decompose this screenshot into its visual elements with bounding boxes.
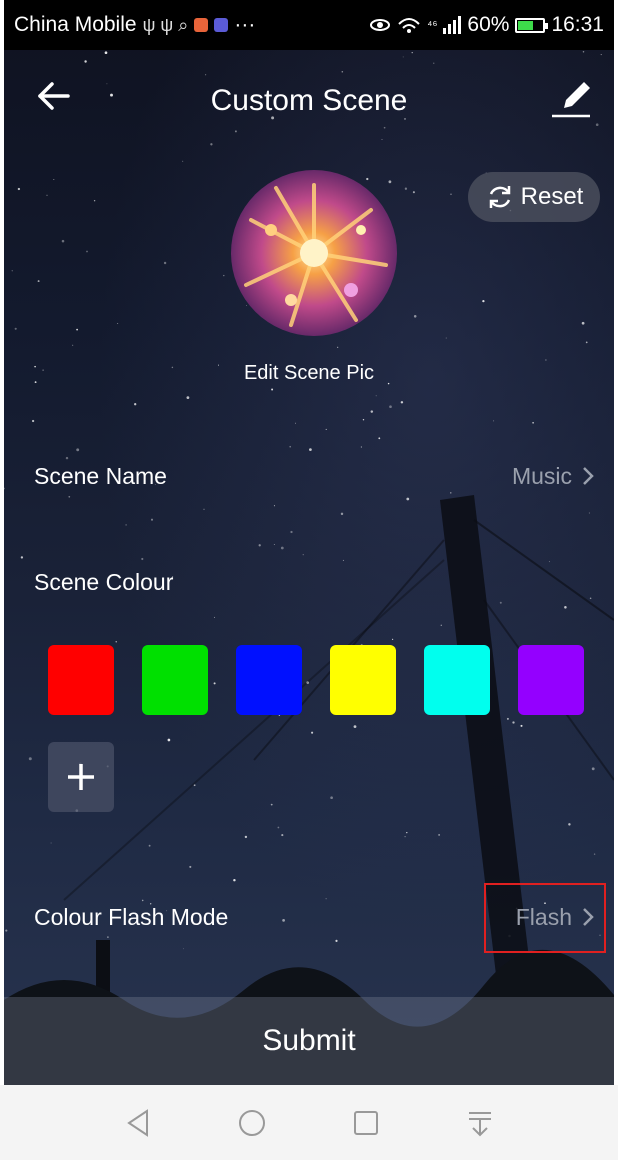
- colour-swatch-3[interactable]: [236, 645, 302, 715]
- battery-icon: [515, 17, 549, 33]
- edit-pencil-icon: [552, 82, 590, 118]
- page-title: Custom Scene: [210, 84, 408, 117]
- scene-name-row[interactable]: Scene Name Music: [34, 456, 594, 496]
- back-triangle-icon: [127, 1108, 148, 1137]
- app-screen: China Mobile ψ ψ ⌕ ··· ⁴⁶ 60% 16:31 Cust…: [4, 0, 614, 1085]
- clock: 16:31: [551, 13, 604, 36]
- highlight-box: [484, 883, 606, 953]
- plus-icon: [68, 764, 94, 790]
- notification-pulldown-icon: [469, 1111, 491, 1136]
- colour-swatches: [48, 645, 584, 715]
- flash-mode-label: Colour Flash Mode: [34, 903, 229, 930]
- submit-button[interactable]: Submit: [4, 997, 614, 1085]
- eye-icon: [370, 19, 391, 31]
- carrier-label: China Mobile: [14, 13, 137, 36]
- recents-square-icon: [354, 1110, 378, 1135]
- fireworks-image: [244, 183, 388, 327]
- refresh-icon: [489, 186, 510, 208]
- status-bar: China Mobile ψ ψ ⌕ ··· ⁴⁶ 60% 16:31: [4, 0, 614, 50]
- battery-percent: 60%: [467, 13, 510, 36]
- signal-icon: [443, 16, 462, 34]
- more-notifications-icon: ···: [234, 13, 256, 36]
- video-notification-icon: [214, 18, 229, 32]
- nav-back-button[interactable]: [118, 1103, 158, 1143]
- colour-swatch-6[interactable]: [518, 645, 584, 715]
- edit-button[interactable]: [546, 74, 596, 124]
- colour-swatch-4[interactable]: [330, 645, 396, 715]
- scene-colour-label: Scene Colour: [34, 568, 174, 595]
- scene-picture[interactable]: [231, 170, 397, 336]
- scene-name-value: Music: [511, 462, 572, 489]
- system-nav-bar: [0, 1085, 618, 1160]
- home-circle-icon: [239, 1109, 265, 1136]
- status-glyphs: ψ ψ ⌕: [142, 14, 189, 35]
- add-colour-button[interactable]: [48, 742, 114, 812]
- header: Custom Scene: [4, 60, 614, 140]
- nav-home-button[interactable]: [232, 1103, 272, 1143]
- nav-recents-button[interactable]: [346, 1103, 386, 1143]
- app-notification-icon: [194, 18, 209, 32]
- scene-name-label: Scene Name: [34, 462, 167, 489]
- nav-notification-button[interactable]: [460, 1103, 500, 1143]
- scene-colour-row: Scene Colour: [34, 562, 594, 602]
- chevron-right-icon: [583, 467, 594, 485]
- colour-swatch-2[interactable]: [142, 645, 208, 715]
- reset-button[interactable]: Reset: [468, 172, 600, 222]
- reset-label: Reset: [520, 183, 584, 210]
- colour-swatch-1[interactable]: [48, 645, 114, 715]
- wifi-icon: [398, 18, 421, 33]
- submit-label: Submit: [262, 1024, 356, 1057]
- colour-swatch-5[interactable]: [424, 645, 490, 715]
- battery-level: [518, 20, 533, 30]
- network-type: ⁴⁶: [427, 18, 438, 32]
- edit-scene-pic-label[interactable]: Edit Scene Pic: [4, 362, 614, 385]
